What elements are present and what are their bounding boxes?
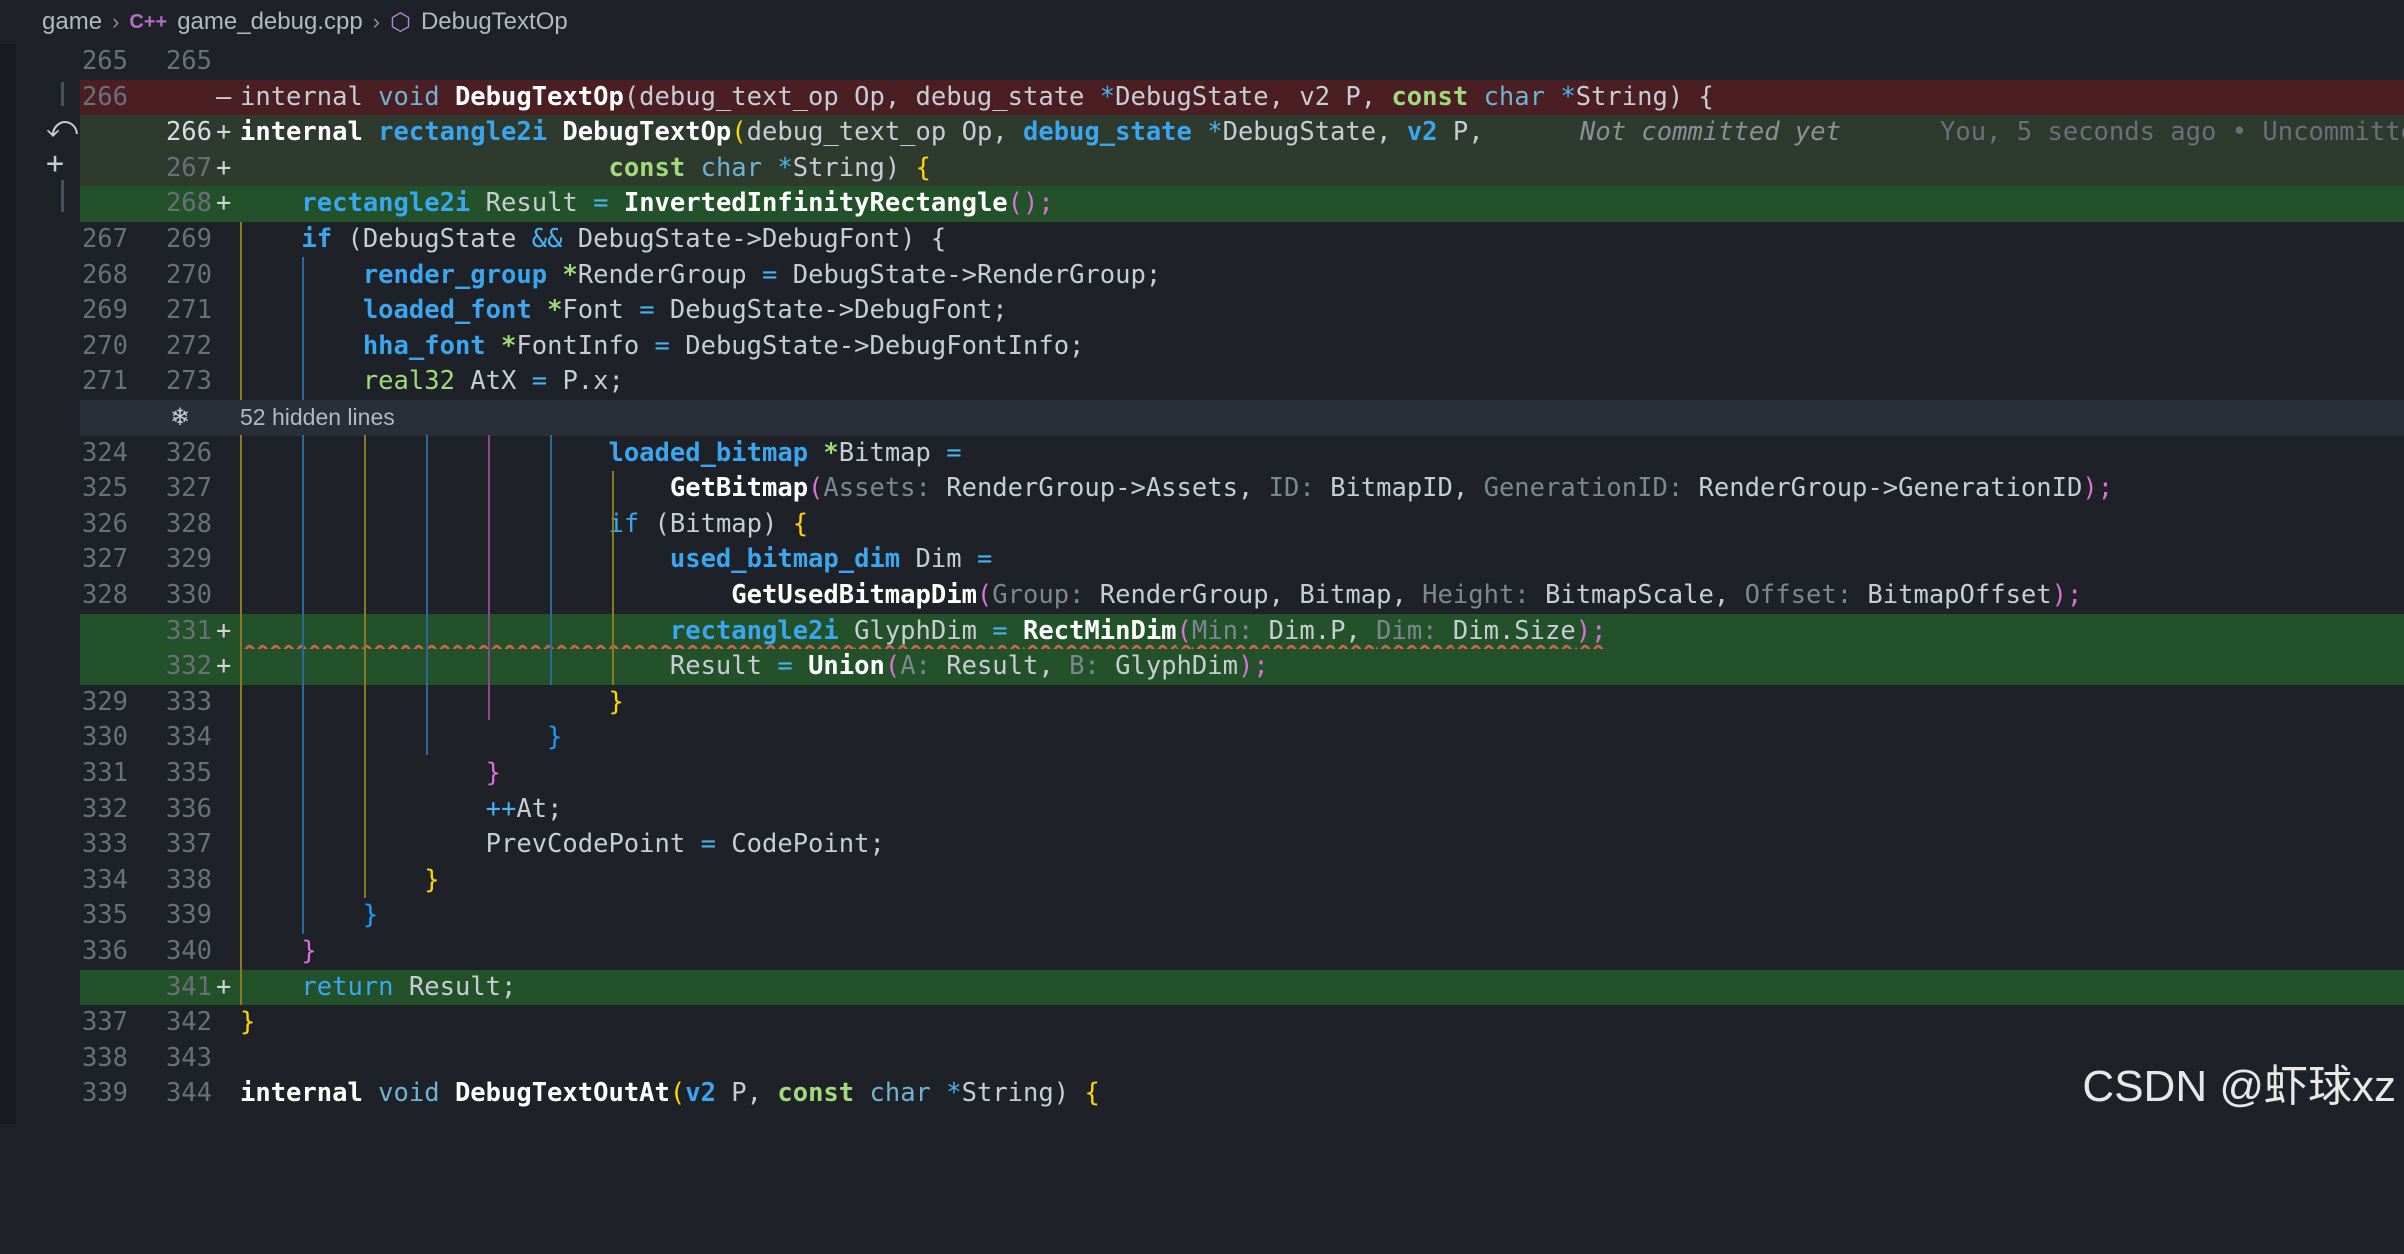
code-line[interactable]: 331 335 }	[80, 756, 2404, 792]
git-blame-status: Not committed yet	[1580, 117, 1841, 148]
unfold-icon[interactable]: ❄	[170, 400, 190, 436]
watermark: CSDN @虾球xz	[2082, 1062, 2396, 1111]
code-line[interactable]: 335 339 }	[80, 898, 2404, 934]
code-line[interactable]: 270 272 hha_font *FontInfo = DebugState-…	[80, 329, 2404, 365]
indent-guide	[302, 257, 304, 400]
code-line[interactable]: 337 342 }	[80, 1005, 2404, 1041]
indent-guide	[550, 435, 552, 685]
indent-guide	[364, 435, 366, 898]
added-line[interactable]: 332 + Result = Union(A: Result, B: Glyph…	[80, 649, 2404, 685]
indent-guide	[240, 222, 242, 400]
indent-guide	[302, 435, 304, 934]
hidden-lines-bar[interactable]: ❄ 52 hidden lines	[80, 400, 2404, 436]
indent-guide	[240, 435, 242, 1005]
code-line[interactable]: 332 336 ++At;	[80, 792, 2404, 828]
added-line[interactable]: 331 + rectangle2i GlyphDim = RectMinDim(…	[80, 613, 2404, 650]
added-line[interactable]: 341 + return Result;	[80, 969, 2404, 1006]
git-blame-author: You, 5 seconds ago • Uncommitted	[1940, 117, 2404, 148]
breadcrumb-folder[interactable]: game	[42, 8, 102, 36]
code-line[interactable]: 326 328 if (Bitmap) {	[80, 507, 2404, 543]
indent-guide	[612, 471, 614, 685]
breadcrumb: game › C++ game_debug.cpp › ⬡ DebugTextO…	[0, 0, 2404, 44]
added-line[interactable]: 266 + internal rectangle2i DebugTextOp(d…	[80, 115, 2404, 151]
code-line[interactable]: 325 327 GetBitmap(Assets: RenderGroup->A…	[80, 471, 2404, 507]
code-line[interactable]: 336 340 }	[80, 934, 2404, 970]
code-line[interactable]: 265 265	[80, 44, 2404, 80]
code-line[interactable]: 329 333 }	[80, 685, 2404, 721]
code-line[interactable]: 328 330 GetUsedBitmapDim(Group: RenderGr…	[80, 578, 2404, 614]
deleted-line[interactable]: 266 — internal void DebugTextOp(debug_te…	[80, 79, 2404, 116]
chevron-right-icon: ›	[112, 9, 120, 34]
code-line[interactable]: 330 334 }	[80, 720, 2404, 756]
cube-icon: ⬡	[390, 8, 411, 36]
breadcrumb-symbol[interactable]: DebugTextOp	[421, 8, 568, 36]
code-line[interactable]: 271 273 real32 AtX = P.x;	[80, 364, 2404, 400]
chevron-right-icon: ›	[372, 9, 380, 34]
code-line[interactable]: 338 343	[80, 1041, 2404, 1077]
breadcrumb-file[interactable]: game_debug.cpp	[177, 8, 362, 36]
code-line[interactable]: 324 326 loaded_bitmap *Bitmap =	[80, 436, 2404, 472]
code-line[interactable]: 267 269 if (DebugState && DebugState->De…	[80, 222, 2404, 258]
cpp-file-icon: C++	[129, 10, 168, 33]
added-line[interactable]: 267 + const char *String) {	[80, 150, 2404, 187]
hidden-lines-label: 52 hidden lines	[240, 404, 395, 430]
code-line[interactable]: 339 344 internal void DebugTextOutAt(v2 …	[80, 1076, 2404, 1112]
code-line[interactable]: 269 271 loaded_font *Font = DebugState->…	[80, 293, 2404, 329]
indent-guide	[426, 435, 428, 755]
code-line[interactable]: 333 337 PrevCodePoint = CodePoint;	[80, 827, 2404, 863]
code-line[interactable]: 327 329 used_bitmap_dim Dim =	[80, 542, 2404, 578]
indent-guide	[488, 435, 490, 720]
added-line[interactable]: 268 + rectangle2i Result = InvertedInfin…	[80, 186, 2404, 222]
code-line[interactable]: 334 338 }	[80, 863, 2404, 899]
code-line[interactable]: 268 270 render_group *RenderGroup = Debu…	[80, 258, 2404, 294]
diff-editor[interactable]: 265 265 266 — internal void DebugTextOp(…	[0, 44, 2404, 1124]
